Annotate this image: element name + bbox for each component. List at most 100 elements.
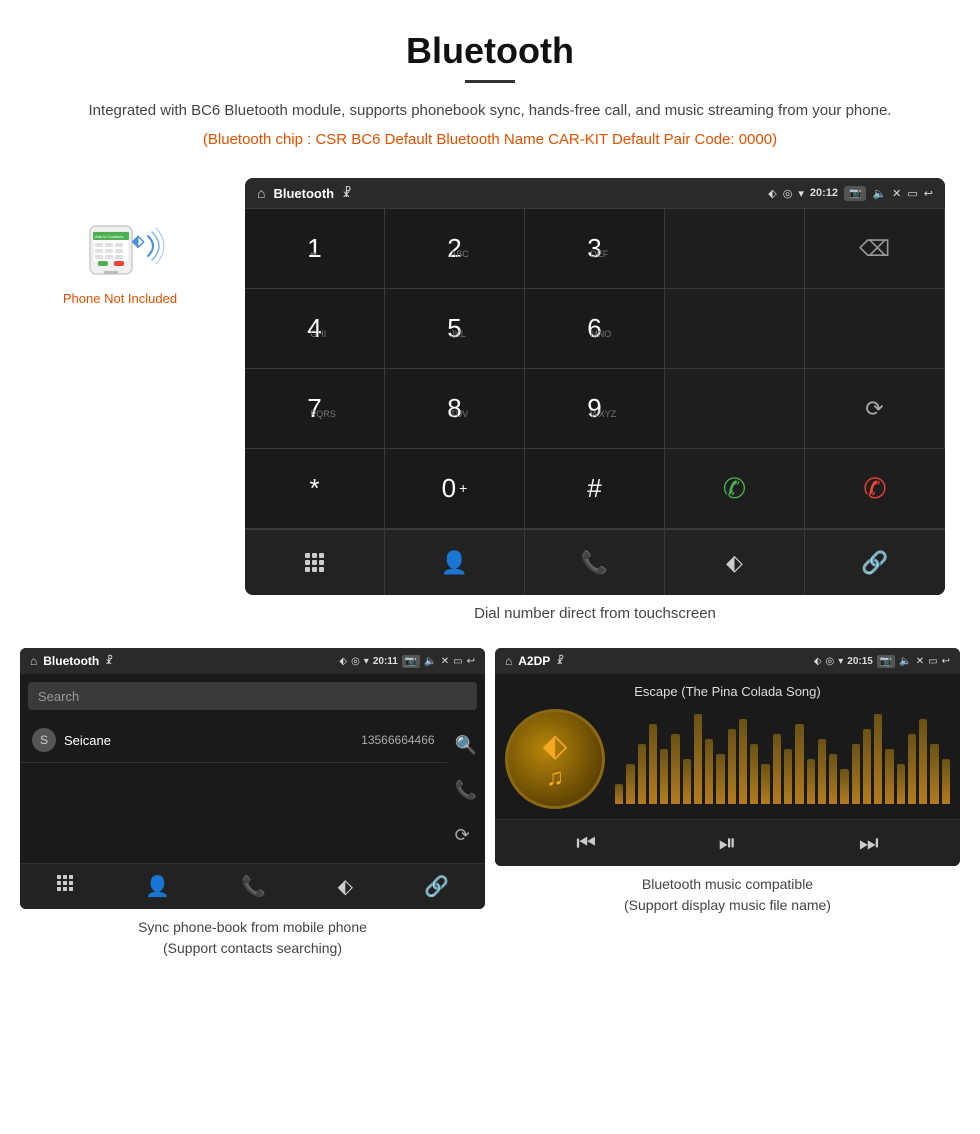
bluetooth-status-icon: ⬖ (768, 187, 776, 200)
dial-grid: 1•• 2ABC 3DEF ⌫ 4GHI (245, 208, 945, 529)
dial-app-name: Bluetooth (273, 186, 334, 201)
eq-bar (829, 754, 837, 804)
dial-key-2[interactable]: 2ABC (385, 209, 525, 289)
eq-bar (784, 749, 792, 804)
eq-bar (660, 749, 668, 804)
eq-bar (919, 719, 927, 804)
play-pause-icon[interactable]: ⏯ (719, 830, 737, 856)
pb-minimize[interactable]: ▭ (453, 656, 462, 667)
phonebook-caption-line2: (Support contacts searching) (138, 938, 367, 959)
volume-icon[interactable]: 🔈 (872, 187, 886, 200)
dial-key-0[interactable]: 0+ (385, 449, 525, 529)
ms-close[interactable]: ✕ (916, 656, 924, 667)
dial-key-5[interactable]: 5JKL (385, 289, 525, 369)
ms-back[interactable]: ↩ (942, 656, 950, 667)
ms-home-icon[interactable]: ⌂ (505, 654, 512, 668)
eq-bar (638, 744, 646, 804)
ms-app-name: A2DP (518, 654, 550, 668)
phonebook-search-bar[interactable]: Search (28, 682, 477, 710)
eq-bar (874, 714, 882, 804)
eq-bar (649, 724, 657, 804)
eq-bar (852, 744, 860, 804)
pb-search-icon[interactable]: 🔍 (455, 735, 477, 756)
dial-key-9[interactable]: 9WXYZ (525, 369, 665, 449)
ms-minimize[interactable]: ▭ (928, 656, 937, 667)
dial-call-red-cell[interactable]: ✆ (805, 449, 945, 529)
next-track-icon[interactable]: ⏭ (859, 830, 879, 856)
usb-icon: ☧ (342, 186, 351, 200)
eq-bar (818, 739, 826, 804)
phonebook-contact[interactable]: S Seicane 13566664466 (20, 718, 447, 763)
pb-refresh-icon[interactable]: ⟳ (455, 825, 477, 846)
dial-key-8[interactable]: 8TUV (385, 369, 525, 449)
pb-phone-side-icon[interactable]: 📞 (455, 780, 477, 801)
eq-bar (840, 769, 848, 804)
phonebook-empty-space (20, 763, 447, 863)
dial-key-6[interactable]: 6MNO (525, 289, 665, 369)
ms-time: 20:15 (847, 656, 873, 667)
ms-loc-icon: ◎ (826, 656, 835, 667)
pb-tool-phone[interactable]: 📞 (241, 874, 266, 899)
dial-tool-bluetooth[interactable]: ⬖ (665, 530, 805, 595)
dial-tool-contacts[interactable]: 👤 (385, 530, 525, 595)
dial-key-1[interactable]: 1•• (245, 209, 385, 289)
dial-key-4[interactable]: 4GHI (245, 289, 385, 369)
refresh-icon: ⟳ (865, 396, 883, 422)
pb-time: 20:11 (373, 656, 398, 667)
eq-bar (615, 784, 623, 804)
phonebook-list: S Seicane 13566664466 (20, 718, 447, 863)
pb-tool-bt[interactable]: ⬖ (338, 874, 353, 899)
phonebook-toolbar: 👤 📞 ⬖ 🔗 (20, 863, 485, 909)
dial-key-star[interactable]: * (245, 449, 385, 529)
pb-bt-icon: ⬖ (339, 656, 347, 667)
home-icon[interactable]: ⌂ (257, 185, 265, 201)
pb-tool-person[interactable]: 👤 (145, 874, 170, 899)
eq-bar (795, 724, 803, 804)
call-end-icon: ✆ (863, 472, 886, 505)
close-icon[interactable]: ✕ (892, 187, 901, 200)
dial-tool-link[interactable]: 🔗 (805, 530, 945, 595)
bottom-screenshots: ⌂ Bluetooth ☧ ⬖ ◎ ▾ 20:11 📷 🔈 ✕ ▭ ↩ (0, 648, 980, 959)
pb-camera[interactable]: 📷 (402, 655, 420, 668)
svg-text:Add to Contacts: Add to Contacts (95, 234, 123, 239)
phonebook-caption-line1: Sync phone-book from mobile phone (138, 917, 367, 938)
dial-key-7[interactable]: 7PQRS (245, 369, 385, 449)
bluetooth-specs: (Bluetooth chip : CSR BC6 Default Blueto… (60, 131, 920, 148)
music-statusbar: ⌂ A2DP ☧ ⬖ ◎ ▾ 20:15 📷 🔈 ✕ ▭ ↩ (495, 648, 960, 674)
dial-key-hash[interactable]: # (525, 449, 665, 529)
dial-display (665, 209, 805, 289)
dial-key-3[interactable]: 3DEF (525, 209, 665, 289)
eq-bar (694, 714, 702, 804)
music-screen-body: Escape (The Pina Colada Song) ⬖ ♫ (495, 674, 960, 819)
prev-track-icon[interactable]: ⏮ (576, 830, 596, 856)
music-caption-line2: (Support display music file name) (624, 895, 831, 916)
back-icon[interactable]: ↩ (924, 187, 933, 200)
call-answer-icon: ✆ (723, 472, 746, 505)
phonebook-statusbar: ⌂ Bluetooth ☧ ⬖ ◎ ▾ 20:11 📷 🔈 ✕ ▭ ↩ (20, 648, 485, 674)
pb-close[interactable]: ✕ (441, 656, 449, 667)
dial-refresh-cell[interactable]: ⟳ (805, 369, 945, 449)
pb-volume[interactable]: 🔈 (424, 656, 436, 667)
camera-icon[interactable]: 📷 (844, 186, 866, 201)
ms-camera[interactable]: 📷 (877, 655, 895, 668)
minimize-icon[interactable]: ▭ (907, 187, 917, 200)
pb-tool-keypad[interactable] (56, 874, 74, 899)
pb-home-icon[interactable]: ⌂ (30, 654, 37, 668)
music-controls: ⏮ ⏯ ⏭ (495, 819, 960, 866)
link-icon: 🔗 (861, 550, 888, 576)
ms-usb-icon: ☧ (556, 656, 564, 667)
pb-back[interactable]: ↩ (467, 656, 475, 667)
dial-backspace-cell[interactable]: ⌫ (805, 209, 945, 289)
dial-tool-keypad[interactable] (245, 530, 385, 595)
dial-empty-3 (665, 369, 805, 449)
dial-empty-2 (805, 289, 945, 369)
pb-app-name: Bluetooth (43, 654, 99, 668)
backspace-icon: ⌫ (859, 236, 890, 262)
dial-call-green-cell[interactable]: ✆ (665, 449, 805, 529)
pb-tool-link[interactable]: 🔗 (424, 874, 449, 899)
time-display: 20:12 (810, 187, 838, 199)
eq-bar (897, 764, 905, 804)
dial-tool-phone[interactable]: 📞 (525, 530, 665, 595)
music-screen: ⌂ A2DP ☧ ⬖ ◎ ▾ 20:15 📷 🔈 ✕ ▭ ↩ (495, 648, 960, 866)
ms-volume[interactable]: 🔈 (899, 656, 911, 667)
